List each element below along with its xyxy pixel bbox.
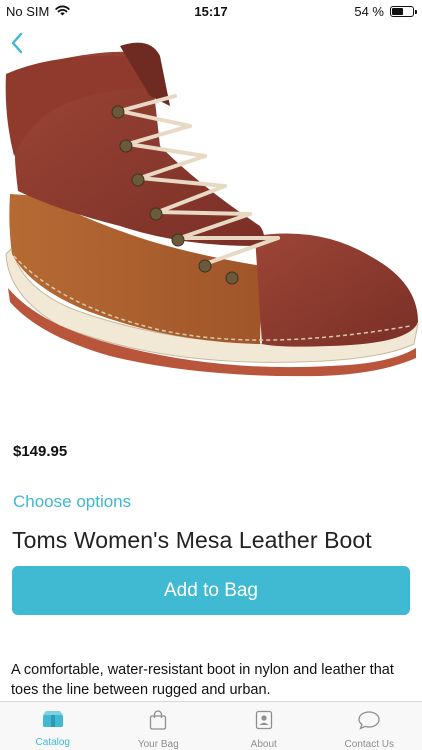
status-right: 54 % bbox=[354, 4, 417, 19]
tab-label-about: About bbox=[250, 739, 277, 750]
tab-catalog[interactable]: Catalog bbox=[0, 702, 106, 750]
tab-label-catalog: Catalog bbox=[35, 737, 70, 748]
product-image bbox=[0, 26, 422, 406]
tab-label-contact-us: Contact Us bbox=[344, 739, 394, 750]
choose-options-link[interactable]: Choose options bbox=[13, 492, 131, 512]
tab-bar: Catalog Your Bag About Contact Us bbox=[0, 701, 422, 750]
chat-bubble-icon bbox=[357, 710, 381, 735]
tab-about[interactable]: About bbox=[211, 702, 317, 750]
battery-percent: 54 % bbox=[354, 4, 384, 19]
bag-icon bbox=[149, 710, 167, 735]
about-icon bbox=[255, 710, 273, 735]
tab-label-your-bag: Your Bag bbox=[137, 739, 179, 750]
battery-fill bbox=[392, 8, 403, 15]
add-to-bag-button[interactable]: Add to Bag bbox=[12, 566, 410, 615]
chevron-left-icon bbox=[10, 32, 24, 59]
back-button[interactable] bbox=[4, 32, 30, 58]
product-price: $149.95 bbox=[13, 443, 68, 460]
battery-icon bbox=[390, 6, 417, 17]
product-title: Toms Women's Mesa Leather Boot bbox=[12, 527, 372, 553]
catalog-icon bbox=[42, 710, 64, 733]
tab-your-bag[interactable]: Your Bag bbox=[106, 702, 212, 750]
tab-contact-us[interactable]: Contact Us bbox=[317, 702, 422, 750]
status-bar: No SIM 15:17 54 % bbox=[0, 0, 422, 22]
product-description: A comfortable, water-resistant boot in n… bbox=[11, 662, 394, 698]
